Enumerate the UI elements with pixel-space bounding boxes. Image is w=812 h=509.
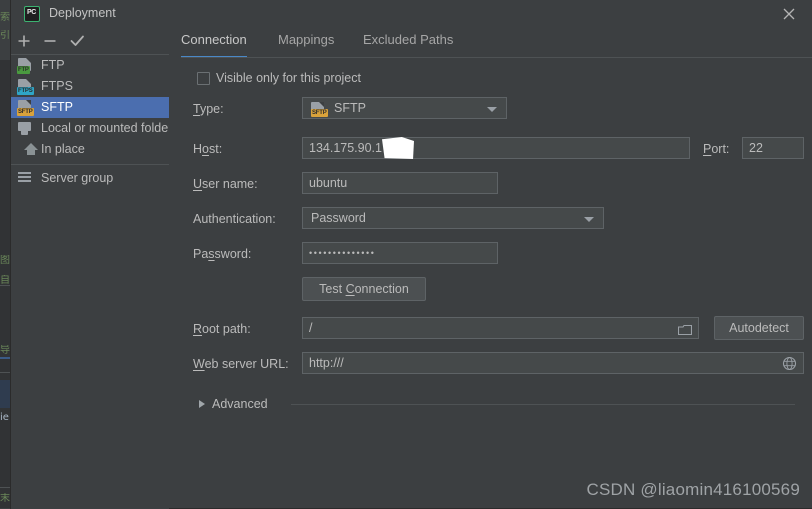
tabs-divider — [181, 57, 812, 58]
list-divider — [11, 164, 169, 165]
server-group-icon — [17, 171, 33, 186]
chevron-right-icon — [199, 400, 205, 408]
ide-bg-text: 末 — [0, 493, 10, 504]
tab-label: Mappings — [278, 32, 335, 47]
tab-connection[interactable]: Connection — [181, 32, 247, 58]
house-icon — [17, 142, 38, 157]
password-input[interactable]: •••••••••••••• — [302, 242, 498, 264]
password-label: Password: — [193, 247, 252, 261]
dialog-titlebar: PC Deployment — [11, 0, 812, 28]
list-item-label: In place — [41, 142, 85, 156]
add-deployment-button[interactable] — [14, 31, 34, 51]
autodetect-button[interactable]: Autodetect — [714, 316, 804, 340]
plus-icon — [18, 35, 30, 47]
ide-background-sliver: 索 引 图… 自… 导… ie 末 — [0, 0, 11, 508]
tab-excluded-paths[interactable]: Excluded Paths — [363, 32, 453, 58]
pycharm-icon: PC — [24, 6, 40, 22]
ide-bg-text: 导… — [0, 345, 11, 356]
authentication-label: Authentication: — [193, 212, 276, 226]
sftp-icon: SFTP — [311, 102, 328, 117]
ide-bg-text: 引 — [0, 30, 10, 41]
web-server-url-label: Web server URL: — [193, 357, 289, 371]
web-server-url-input[interactable]: http:/// — [302, 352, 804, 374]
list-item-in-place[interactable]: In place — [11, 139, 169, 160]
tab-label: Excluded Paths — [363, 32, 454, 47]
close-icon-glyph — [783, 8, 795, 20]
root-path-value: / — [309, 321, 313, 335]
ftp-icon-badge: FTP — [17, 66, 30, 74]
watermark: CSDN @liaomin416100569 — [586, 480, 800, 499]
sftp-icon: SFTP — [17, 100, 34, 116]
folder-icon[interactable] — [677, 322, 693, 336]
host-input[interactable]: 134.175.90.1 — [302, 137, 690, 159]
chevron-down-icon — [584, 217, 594, 222]
root-path-label: Root path: — [193, 322, 251, 336]
web-server-url-value: http:/// — [309, 356, 344, 370]
list-item-local-or-mounted-folder[interactable]: Local or mounted folder — [11, 118, 173, 139]
advanced-label: Advanced — [212, 397, 268, 411]
type-combobox[interactable]: SFTP SFTP — [302, 97, 507, 119]
advanced-section-toggle[interactable]: Advanced — [199, 396, 803, 412]
authentication-combobox[interactable]: Password — [302, 207, 604, 229]
list-item-label: Server group — [41, 171, 114, 185]
visible-only-checkbox[interactable] — [197, 72, 210, 85]
dialog-title: Deployment — [49, 6, 116, 20]
sftp-icon-badge: SFTP — [17, 108, 34, 116]
list-item-label: FTP — [41, 58, 65, 72]
ide-bg-text: 图… — [0, 255, 11, 266]
username-label: User name: — [193, 177, 258, 191]
use-as-default-button[interactable] — [67, 31, 87, 51]
globe-icon-glyph — [782, 356, 797, 371]
close-icon[interactable] — [772, 2, 806, 26]
username-input[interactable]: ubuntu — [302, 172, 498, 194]
check-icon — [70, 35, 84, 46]
deployment-dialog: PC Deployment FTP FTP FTPS FTPS SFTP SFT… — [11, 0, 812, 509]
remove-deployment-button[interactable] — [40, 31, 60, 51]
ftps-icon-badge: FTPS — [17, 87, 34, 95]
list-item-sftp[interactable]: SFTP SFTP — [11, 97, 169, 118]
ide-bg-text: 自… — [0, 275, 11, 286]
ide-bg-text: ie — [0, 412, 9, 423]
chevron-down-icon — [487, 107, 497, 112]
pycharm-icon-text: PC — [26, 9, 37, 16]
monitor-icon — [17, 121, 33, 136]
sftp-combo-badge: SFTP — [311, 109, 328, 117]
list-item-label: FTPS — [41, 79, 73, 93]
list-item-label: Local or mounted folder — [41, 121, 173, 135]
root-path-input[interactable]: / — [302, 317, 699, 339]
ide-bg-text: 索 — [0, 12, 10, 23]
list-item-ftp[interactable]: FTP FTP — [11, 55, 169, 76]
deployment-type-list[interactable]: FTP FTP FTPS FTPS SFTP SFTP Local or mou… — [11, 54, 173, 509]
folder-icon-glyph — [677, 324, 693, 336]
tab-label: Connection — [181, 32, 247, 47]
advanced-divider — [291, 404, 795, 405]
globe-icon[interactable] — [782, 356, 797, 371]
type-value: SFTP — [334, 101, 366, 115]
minus-icon — [44, 40, 56, 42]
list-item-ftps[interactable]: FTPS FTPS — [11, 76, 169, 97]
type-label: Type: — [193, 102, 224, 116]
authentication-value: Password — [311, 211, 366, 225]
port-input[interactable]: 22 — [742, 137, 804, 159]
tab-mappings[interactable]: Mappings — [278, 32, 334, 58]
host-redaction-blob — [382, 137, 414, 159]
test-connection-button[interactable]: Test Connection — [302, 277, 426, 301]
sidebar-toolbar — [11, 28, 179, 54]
list-item-server-group[interactable]: Server group — [11, 168, 169, 189]
list-item-label: SFTP — [41, 100, 73, 114]
visible-only-label: Visible only for this project — [216, 71, 361, 85]
ftp-icon: FTP — [17, 58, 33, 74]
port-label: Port: — [703, 142, 730, 156]
settings-tabs: Connection Mappings Excluded Paths — [169, 28, 812, 58]
ftps-icon: FTPS — [17, 79, 34, 95]
host-label: Host: — [193, 142, 223, 156]
